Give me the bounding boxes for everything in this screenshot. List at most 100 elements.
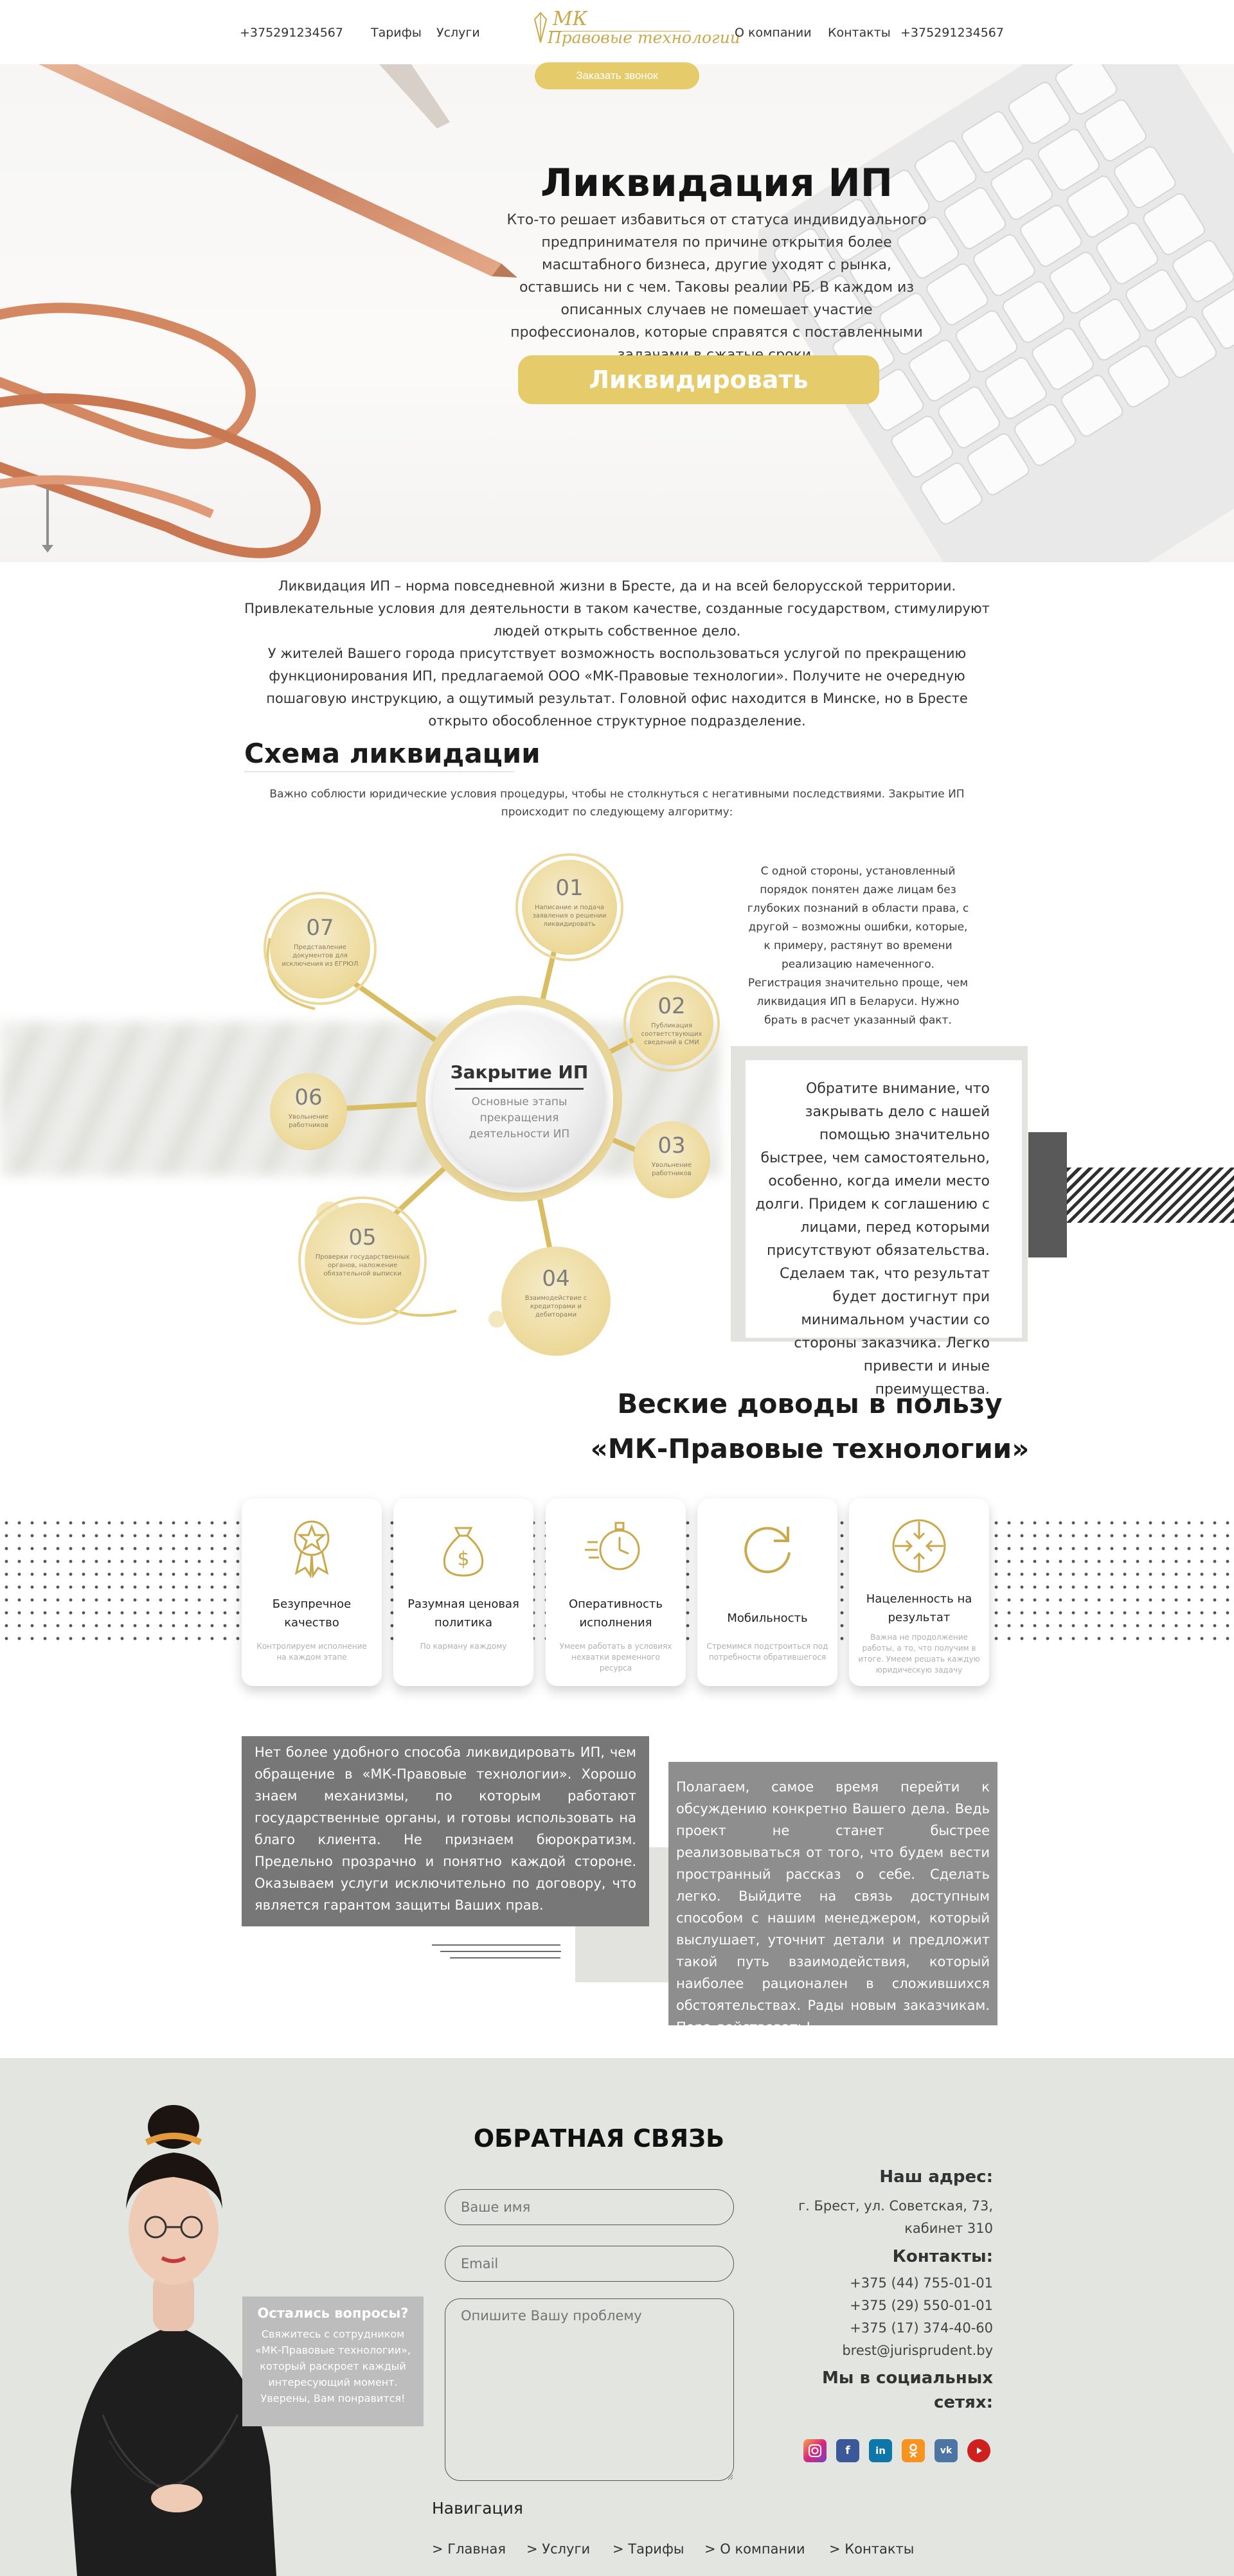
email-input[interactable]: [445, 2246, 734, 2282]
linkedin-icon[interactable]: in: [869, 2439, 892, 2462]
center-subtitle: Основные этапы прекращения деятельности …: [469, 1096, 570, 1141]
advantage-note: По карману каждому: [420, 1642, 507, 1651]
advantage-card-result: Нацеленность на результат Важна не продо…: [849, 1498, 989, 1686]
step-03-text: Увольнение работников: [651, 1162, 692, 1177]
social-heading: Мы в социальных сетях:: [822, 2368, 993, 2412]
decorative-line: [450, 1957, 560, 1959]
footer-nav-services[interactable]: > Услуги: [526, 2541, 590, 2557]
phone-1[interactable]: +375 (44) 755-01-01: [784, 2272, 993, 2295]
target-icon: [892, 1519, 946, 1573]
facebook-icon[interactable]: f: [836, 2439, 859, 2462]
advantage-label: Мобильность: [727, 1612, 808, 1625]
decorative-line: [432, 1944, 560, 1946]
logo-emblem-icon: [533, 12, 548, 43]
questions-tooltip: Остались вопросы? Свяжитесь с сотруднико…: [242, 2296, 424, 2426]
footer-nav-about[interactable]: > О компании: [704, 2541, 805, 2557]
advantages-title-line-1: Веские доводы в пользу: [617, 1388, 1003, 1419]
advantage-label: Оперативность исполнения: [568, 1597, 663, 1630]
step-01-text: Написание и подача заявления о решении л…: [532, 904, 607, 928]
hero-section: Ликвидация ИП Кто-то решает избавиться о…: [0, 64, 1234, 562]
scheme-side-text: С одной стороны, установленный порядок п…: [747, 865, 969, 1027]
step-07-node: 07 Представление документов для исключен…: [270, 898, 370, 999]
info-block-left: Нет более удобного способа ликвидировать…: [242, 1736, 649, 1926]
tooltip-text: Свяжитесь с сотрудником «МК-Правовые тех…: [255, 2328, 411, 2404]
header-phone-left[interactable]: +375291234567: [240, 26, 343, 40]
stopwatch-icon: [585, 1522, 640, 1570]
paper-clips-illustration-icon: [0, 303, 321, 558]
message-textarea[interactable]: [445, 2298, 734, 2481]
striped-accent-band: [1067, 1168, 1234, 1223]
intro-paragraph-2: У жителей Вашего города присутствует воз…: [266, 646, 968, 729]
logo-text: Правовые технологии: [548, 28, 740, 47]
hero-description: Кто-то решает избавиться от статуса инди…: [506, 212, 927, 363]
scroll-down-arrow-icon[interactable]: [42, 487, 53, 553]
header-phone-right[interactable]: +375291234567: [900, 26, 1004, 40]
step-02-number: 02: [657, 993, 686, 1019]
logo-mark: МК: [553, 8, 587, 30]
nav-services-link[interactable]: Услуги: [436, 26, 480, 40]
step-04-text: Взаимодействие с кредиторами и дебиторам…: [524, 1295, 587, 1319]
feedback-form-title: ОБРАТНАЯ СВЯЗЬ: [473, 2124, 725, 2153]
money-bag-icon: $: [443, 1527, 484, 1577]
nav-contacts-link[interactable]: Контакты: [828, 26, 891, 40]
contact-email[interactable]: brest@jurisprudent.by: [784, 2340, 993, 2362]
footer-nav-tariffs[interactable]: > Тарифы: [613, 2541, 684, 2557]
step-05-node: 05 Проверки государственных органов, нал…: [305, 1203, 420, 1319]
step-07-number: 07: [306, 915, 334, 941]
advantage-label: Безупречное качество: [272, 1597, 352, 1630]
liquidation-scheme-diagram: Закрытие ИП Основные этапы прекращения д…: [244, 835, 733, 1362]
advantage-label: Разумная ценовая политика: [407, 1597, 519, 1630]
instagram-icon[interactable]: [803, 2439, 827, 2462]
decorative-line: [440, 1951, 561, 1952]
address-block: Наш адрес: г. Брест, ул. Советская, 73, …: [784, 2164, 993, 2415]
nav-about-link[interactable]: О компании: [735, 26, 812, 40]
advantage-note: Контролируем исполнение на каждом этапе: [256, 1642, 367, 1662]
footer-nav-contacts[interactable]: > Контакты: [829, 2541, 914, 2557]
step-01-number: 01: [555, 875, 584, 901]
vk-icon[interactable]: vk: [934, 2439, 958, 2462]
step-03-node: 03 Увольнение работников: [633, 1121, 710, 1198]
scheme-subtitle: Важно соблюсти юридические условия проце…: [269, 788, 965, 819]
advantage-note: Важна не продолжение работы, а то, что п…: [858, 1633, 980, 1674]
logo[interactable]: МК Правовые технологии: [533, 8, 740, 49]
step-02-text: Публикация соответствующих сведений в СМ…: [641, 1022, 702, 1046]
step-05-text: Проверки государственных органов, наложе…: [315, 1254, 410, 1277]
phone-2[interactable]: +375 (29) 550-01-01: [784, 2295, 993, 2317]
advantage-card-quality: Безупречное качество Контролируем исполн…: [242, 1498, 382, 1686]
info-block-right: Полагаем, самое время перейти к обсужден…: [668, 1762, 997, 2035]
social-links: f in vk: [803, 2439, 993, 2465]
advantage-label: Нацеленность на результат: [866, 1592, 972, 1624]
address-line-1: г. Брест, ул. Советская, 73,: [798, 2198, 993, 2214]
liquidate-button[interactable]: Ликвидировать: [518, 355, 879, 404]
order-call-button[interactable]: Заказать звонок: [535, 62, 699, 89]
svg-text:$: $: [457, 1548, 469, 1570]
nav-tariffs-link[interactable]: Тарифы: [371, 26, 422, 40]
step-05-number: 05: [348, 1225, 377, 1250]
youtube-icon[interactable]: [967, 2439, 990, 2462]
name-input[interactable]: [445, 2189, 734, 2225]
footer-nav-home[interactable]: > Главная: [432, 2541, 506, 2557]
step-04-number: 04: [542, 1266, 570, 1292]
step-04-node: 04 Взаимодействие с кредиторами и дебито…: [501, 1247, 611, 1356]
refresh-icon: [744, 1527, 791, 1574]
tooltip-title: Остались вопросы?: [257, 2305, 409, 2321]
odnoklassniki-icon[interactable]: [902, 2439, 925, 2462]
advantages-title-line-2: «МК-Правовые технологии»: [590, 1433, 1030, 1464]
advantage-card-price: $ Разумная ценовая политика По карману к…: [393, 1498, 533, 1686]
step-07-text: Представление документов для исключения …: [282, 944, 359, 968]
center-title-underline: [455, 1088, 584, 1090]
phone-3[interactable]: +375 (17) 374-40-60: [784, 2317, 993, 2340]
center-title: Закрытие ИП: [450, 1061, 589, 1083]
advantages-title: Веские доводы в пользу «МК-Правовые техн…: [566, 1381, 1054, 1471]
step-01-node: 01 Написание и подача заявления о решени…: [522, 860, 617, 955]
award-icon: [294, 1520, 330, 1578]
address-line-2: кабинет 310: [904, 2221, 993, 2236]
advantage-note: Умеем работать в условиях нехватки време…: [559, 1642, 672, 1673]
contacts-heading: Контакты:: [892, 2247, 993, 2266]
pen-illustration-icon: [39, 64, 517, 278]
hero-title: Ликвидация ИП: [541, 161, 893, 206]
advantage-card-speed: Оперативность исполнения Умеем работать …: [546, 1498, 686, 1686]
site-header: +375291234567 Тарифы Услуги МК Правовые …: [0, 0, 1234, 64]
footer-nav-title: Навигация: [432, 2499, 523, 2518]
step-02-node: 02 Публикация соответствующих сведений в…: [630, 982, 713, 1065]
